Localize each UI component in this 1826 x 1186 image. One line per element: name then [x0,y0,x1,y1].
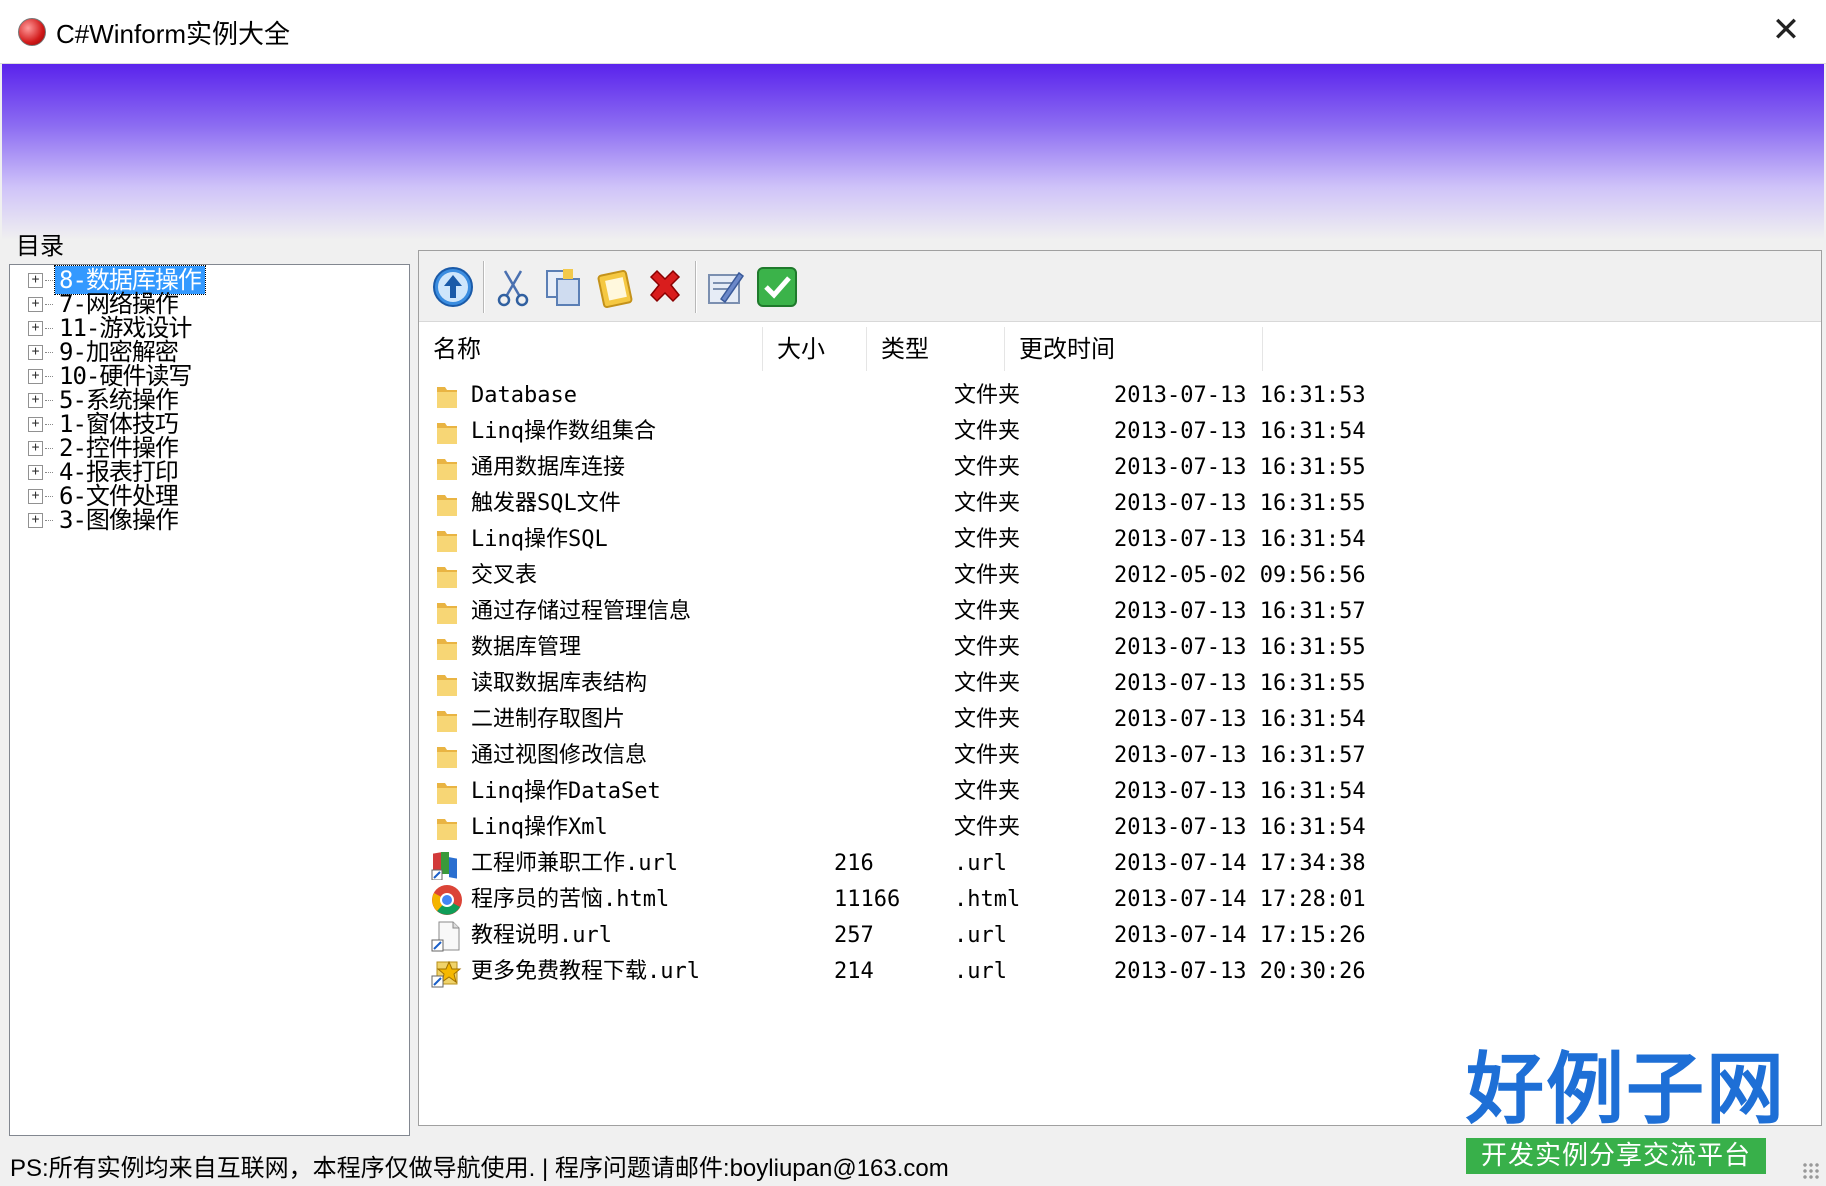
expand-icon[interactable]: + [28,416,43,432]
up-icon [433,267,473,307]
expand-icon[interactable]: + [28,488,43,504]
expand-icon[interactable]: + [28,320,43,336]
delete-button[interactable] [641,263,689,311]
confirm-button[interactable] [753,263,801,311]
expand-icon[interactable]: + [28,296,43,312]
close-button[interactable]: ✕ [1764,10,1808,54]
site-logo-tagline: 开发实例分享交流平台 [1466,1138,1766,1174]
folder-icon [431,704,463,736]
directory-label: 目录 [16,232,64,260]
window-title: C#Winform实例大全 [56,19,291,49]
paste-button[interactable] [591,263,639,311]
confirm-icon [757,267,797,307]
status-text: PS:所有实例均来自互联网，本程序仅做导航使用. | 程序问题请邮件:boyli… [10,1155,949,1182]
folder-icon [431,452,463,484]
title-bar: C#Winform实例大全 ✕ [0,0,1826,64]
up-button[interactable] [429,263,477,311]
file-name: 更多免费教程下载.url [471,959,700,984]
expand-icon[interactable]: + [28,512,43,528]
file-modified: 2013-07-13 20:30:26 [1114,959,1366,984]
site-logo: 好例子网 [1466,1044,1787,1135]
list-header: 名称 大小 类型 更改时间 [419,327,1821,371]
file-browser-panel: 名称 大小 类型 更改时间 Database 文件夹 2013-07-13 16:3… [418,250,1822,1126]
column-header-type[interactable]: 类型 [867,327,1005,371]
header-banner [2,64,1824,240]
copy-icon [546,269,580,306]
folder-icon [431,632,463,664]
file-row[interactable]: 更多免费教程下载.url 214 .url 2013-07-13 20:30:26 [419,951,1821,993]
expand-icon[interactable]: + [28,392,43,408]
resize-grip[interactable] [1802,1162,1820,1180]
paste-icon [597,269,633,309]
folder-icon [431,380,463,412]
expand-icon[interactable]: + [28,440,43,456]
folder-icon [431,668,463,700]
rename-button[interactable] [701,263,749,311]
url-shortcut-icon [431,848,463,881]
folder-icon [431,740,463,772]
folder-icon [431,524,463,556]
column-header-name[interactable]: 名称 [419,327,763,371]
folder-icon [431,416,463,448]
expand-icon[interactable]: + [28,368,43,384]
star-shortcut-icon [431,956,463,988]
folder-icon [431,488,463,520]
folder-icon [431,560,463,592]
folder-icon [431,596,463,628]
category-tree[interactable]: +8-数据库操作 +7-网络操作 +11-游戏设计 +9-加密解密 +10-硬件读写 +5… [9,264,410,1136]
column-header-size[interactable]: 大小 [763,327,867,371]
tree-node[interactable]: +3-图像操作 [28,506,182,534]
rename-icon [708,271,745,304]
column-header-modified[interactable]: 更改时间 [1005,327,1263,371]
expand-icon[interactable]: + [28,344,43,360]
file-type: .url [954,959,1007,984]
app-icon [18,18,46,46]
copy-button[interactable] [539,263,587,311]
cut-icon [497,270,529,307]
tree-node-label[interactable]: 3-图像操作 [55,506,182,534]
toolbar [419,251,1821,322]
delete-icon [649,269,681,303]
cut-button[interactable] [489,263,537,311]
folder-icon [431,776,463,808]
document-shortcut-icon [431,920,463,952]
folder-icon [431,812,463,844]
expand-icon[interactable]: + [28,464,43,480]
expand-icon[interactable]: + [28,272,43,288]
chrome-icon [431,884,463,916]
file-size: 214 [834,959,874,984]
